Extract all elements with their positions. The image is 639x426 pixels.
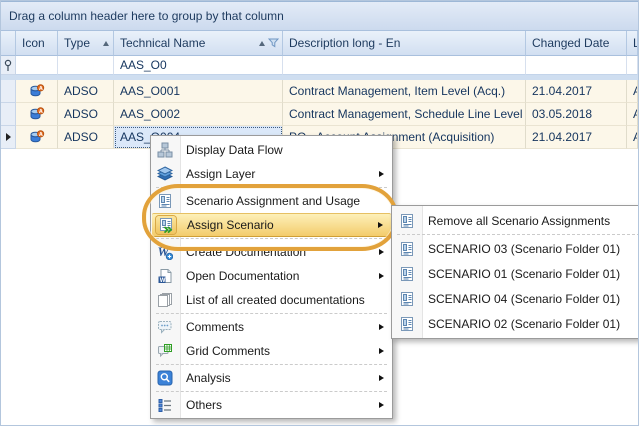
menu-item-analysis[interactable]: Analysis [151, 366, 392, 390]
table-row[interactable]: A ADSOAAS_O002Contract Management, Schedu… [1, 103, 638, 126]
menu-item-display-data-flow[interactable]: Display Data Flow [151, 138, 392, 162]
column-header-technical-name[interactable]: Technical Name [114, 31, 283, 56]
layers-icon [155, 165, 175, 183]
filter-row-indicator [1, 56, 16, 75]
submenu-arrow-icon [379, 171, 384, 177]
filter-cell-description[interactable] [283, 56, 526, 75]
word-open-icon: W [155, 267, 175, 285]
scenario-item-icon [397, 265, 417, 283]
filter-cell-last[interactable] [627, 56, 638, 75]
column-header-changed-date[interactable]: Changed Date [526, 31, 627, 56]
submenu-arrow-icon [379, 402, 384, 408]
row-indicator [1, 126, 16, 149]
cell-last[interactable]: AD [627, 103, 638, 126]
svg-text:A: A [38, 132, 42, 138]
cell-icon[interactable]: A [16, 80, 58, 103]
scenario-item-icon [397, 240, 417, 258]
cell-technical-name[interactable]: AAS_O001 [114, 80, 283, 103]
comment-icon [155, 318, 175, 336]
submenu-arrow-icon [379, 348, 384, 354]
menu-item-scenario-01-scenario-folder-01[interactable]: SCENARIO 01 (Scenario Folder 01) [392, 261, 639, 286]
assign-scenario-submenu: Remove all Scenario Assignments SCENARIO … [391, 205, 639, 339]
column-header-row: Icon Type Technical Name Description lon… [1, 31, 638, 56]
menu-item-scenario-02-scenario-folder-01[interactable]: SCENARIO 02 (Scenario Folder 01) [392, 311, 639, 336]
column-header-last[interactable]: La [627, 31, 638, 56]
column-header-icon[interactable]: Icon [16, 31, 58, 56]
cell-icon[interactable]: A [16, 126, 58, 149]
submenu-arrow-icon [379, 273, 384, 279]
menu-item-scenario-03-scenario-folder-01[interactable]: SCENARIO 03 (Scenario Folder 01) [392, 236, 639, 261]
filter-cell-type[interactable] [58, 56, 114, 75]
menu-item-assign-scenario[interactable]: Assign Scenario [152, 213, 391, 237]
adso-icon: A [29, 84, 45, 98]
cell-type[interactable]: ADSO [58, 126, 114, 149]
cell-changed-date[interactable]: 21.04.2017 [526, 126, 627, 149]
menu-item-open-documentation[interactable]: WOpen Documentation [151, 264, 392, 288]
table-row[interactable]: A ADSOAAS_O001Contract Management, Item L… [1, 80, 638, 103]
cell-type[interactable]: ADSO [58, 80, 114, 103]
scenario-doc-icon [155, 192, 175, 210]
filter-cell-icon[interactable] [16, 56, 58, 75]
scenario-item-icon [397, 212, 417, 230]
grid-comment-icon [155, 342, 175, 360]
filter-cell-changed-date[interactable] [526, 56, 627, 75]
object-grid-window: Drag a column header here to group by th… [0, 0, 639, 426]
svg-text:A: A [38, 86, 42, 92]
svg-text:W: W [160, 278, 166, 284]
submenu-arrow-icon [379, 375, 384, 381]
magnifier-icon [155, 369, 175, 387]
context-menu: Display Data FlowAssign Layer Scenario As… [150, 135, 393, 419]
menu-item-scenario-assignment-and-usage[interactable]: Scenario Assignment and Usage [151, 189, 392, 213]
menu-item-assign-layer[interactable]: Assign Layer [151, 162, 392, 186]
submenu-arrow-icon [379, 324, 384, 330]
menu-item-scenario-04-scenario-folder-01[interactable]: SCENARIO 04 (Scenario Folder 01) [392, 286, 639, 311]
assign-scenario-icon [156, 216, 176, 234]
row-indicator [1, 80, 16, 103]
svg-text:A: A [38, 109, 42, 115]
group-by-panel[interactable]: Drag a column header here to group by th… [1, 1, 638, 31]
filter-funnel-icon[interactable] [268, 38, 279, 48]
cell-technical-name[interactable]: AAS_O002 [114, 103, 283, 126]
cell-icon[interactable]: A [16, 103, 58, 126]
cell-changed-date[interactable]: 21.04.2017 [526, 80, 627, 103]
auto-filter-row: AAS_O0 [1, 56, 638, 75]
list-icon [155, 396, 175, 414]
menu-item-grid-comments[interactable]: Grid Comments [151, 339, 392, 363]
sort-asc-icon [259, 41, 265, 46]
adso-icon: A [29, 107, 45, 121]
menu-item-comments[interactable]: Comments [151, 315, 392, 339]
cell-type[interactable]: ADSO [58, 103, 114, 126]
scenario-item-icon [397, 290, 417, 308]
column-header-description[interactable]: Description long - En [283, 31, 526, 56]
menu-item-others[interactable]: Others [151, 393, 392, 417]
indicator-column-header [1, 31, 16, 56]
cell-description[interactable]: Contract Management, Schedule Line Level… [283, 103, 526, 126]
cell-last[interactable]: AD [627, 80, 638, 103]
menu-item-list-of-all-created-documentations[interactable]: List of all created documentations [151, 288, 392, 312]
filter-cell-technical-name[interactable]: AAS_O0 [114, 56, 283, 75]
sort-asc-icon [103, 41, 109, 46]
submenu-arrow-icon [378, 222, 383, 228]
row-indicator [1, 103, 16, 126]
column-header-type[interactable]: Type [58, 31, 114, 56]
filter-pin-icon [3, 59, 13, 72]
menu-item-remove-all-scenario-assignments[interactable]: Remove all Scenario Assignments [392, 208, 639, 233]
word-create-icon: W [155, 243, 175, 261]
copy-pages-icon [155, 291, 175, 309]
scenario-item-icon [397, 315, 417, 333]
menu-item-create-documentation[interactable]: WCreate Documentation [151, 240, 392, 264]
submenu-arrow-icon [379, 249, 384, 255]
cell-changed-date[interactable]: 03.05.2018 [526, 103, 627, 126]
cell-description[interactable]: Contract Management, Item Level (Acq.) [283, 80, 526, 103]
data-flow-icon [155, 141, 175, 159]
cell-last[interactable]: AD [627, 126, 638, 149]
group-by-hint-text: Drag a column header here to group by th… [9, 9, 284, 23]
focused-row-arrow-icon [6, 133, 11, 141]
adso-icon: A [29, 130, 45, 144]
